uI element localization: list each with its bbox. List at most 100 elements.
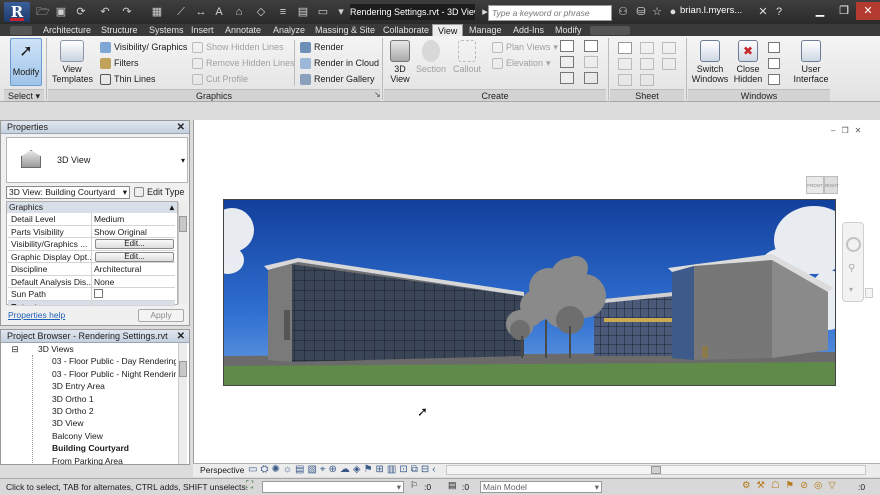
subscription-icon[interactable]: ⛁	[634, 5, 648, 19]
callout-button[interactable]: Callout	[450, 40, 484, 86]
3d-view-button[interactable]: 3D View	[386, 40, 414, 86]
switch-windows-button[interactable]: Switch Windows	[690, 40, 730, 86]
tab-architecture[interactable]: Architecture	[38, 24, 96, 36]
close-hidden-icon[interactable]: ▤	[296, 5, 310, 19]
tree-item-3d-views[interactable]: ⊟ 3D Views	[4, 343, 176, 355]
duplicate-view-icon[interactable]	[560, 56, 574, 68]
panel-dialog-launcher-icon[interactable]: ↘	[374, 90, 381, 99]
user-name[interactable]: brian.l.myers...	[680, 5, 742, 16]
design-options-icon[interactable]: ▤	[448, 480, 457, 491]
prop-row-parts-visibility[interactable]: Parts Visibility Show Original	[8, 225, 175, 238]
thin-lines-button[interactable]: Thin Lines	[100, 72, 156, 86]
tab-collaborate[interactable]: Collaborate	[378, 24, 434, 36]
zoom-icon[interactable]: ⚲	[848, 263, 855, 274]
prop-row-extents[interactable]: Extents	[8, 300, 175, 306]
prop-row-detail-level[interactable]: Detail Level Medium	[8, 213, 175, 226]
drafting-view-icon[interactable]	[560, 40, 574, 52]
save-icon[interactable]: ▣	[54, 5, 68, 19]
thin-lines-icon[interactable]: ≡	[276, 5, 290, 19]
tree-item-view[interactable]: 03 - Floor Public - Day Rendering	[4, 355, 176, 367]
design-option-dropdown[interactable]: Main Model ▾	[480, 481, 602, 493]
section-button[interactable]: Section	[414, 40, 448, 86]
switch-windows-icon[interactable]: ▭	[316, 5, 330, 19]
tab-modify[interactable]: Modify	[550, 24, 587, 36]
binoculars-icon[interactable]: ⚇	[616, 5, 630, 19]
tree-item-view[interactable]: 03 - Floor Public - Night Rendering	[4, 368, 176, 380]
viewcube-right-face[interactable]: RIGHT	[824, 176, 839, 194]
application-menu-button[interactable]: R	[4, 2, 30, 22]
sun-path-checkbox[interactable]	[94, 289, 103, 298]
search-input[interactable]: Type a keyword or phrase	[488, 5, 612, 21]
scope-box-icon[interactable]	[584, 56, 598, 68]
visibility-graphics-button[interactable]: Visibility/ Graphics	[100, 40, 187, 54]
help-icon[interactable]: ?	[772, 5, 786, 19]
visibility-edit-button[interactable]: Edit...	[95, 239, 174, 249]
view-instance-dropdown[interactable]: 3D View: Building Courtyard ▾	[6, 186, 130, 199]
matchline-icon[interactable]	[662, 58, 676, 70]
plan-views-button[interactable]: Plan Views ▾	[492, 40, 558, 54]
favorites-star-icon[interactable]: ☆	[650, 5, 664, 19]
sheet-icon[interactable]	[584, 72, 598, 84]
aligned-dimension-icon[interactable]: ↔	[194, 5, 208, 19]
apply-button[interactable]: Apply	[138, 309, 184, 322]
workset-dropdown[interactable]: ▾	[262, 481, 404, 493]
tile-icon[interactable]	[768, 74, 780, 85]
viewcube-front-face[interactable]: FRONT	[806, 176, 824, 194]
cascade-icon[interactable]	[768, 58, 780, 69]
scrollbar-thumb[interactable]	[179, 216, 187, 232]
cut-profile-button[interactable]: Cut Profile	[192, 72, 248, 86]
ribbon-collapse-button[interactable]	[10, 26, 32, 35]
nav-bar-toggle[interactable]	[865, 288, 873, 298]
undo-icon[interactable]: ↶	[98, 5, 112, 19]
section-icon[interactable]: ◇	[254, 5, 268, 19]
viewports-icon[interactable]	[640, 74, 654, 86]
editable-only-icon[interactable]: ⚐	[410, 480, 418, 491]
remove-hidden-lines-button[interactable]: Remove Hidden Lines	[192, 56, 295, 70]
filters-button[interactable]: Filters	[100, 56, 139, 70]
title-block-icon[interactable]	[662, 42, 676, 54]
replicate-icon[interactable]	[768, 42, 780, 53]
tree-item-view-active[interactable]: Building Courtyard	[4, 442, 176, 454]
tab-insert[interactable]: Insert	[186, 24, 219, 36]
viewcube[interactable]: FRONT RIGHT	[806, 172, 840, 196]
tab-annotate[interactable]: Annotate	[220, 24, 266, 36]
tab-add-ins[interactable]: Add-Ins	[508, 24, 549, 36]
view-control-icons[interactable]: ▭⛭✺☼▤▧⌖⊕☁◈⚑⊞▥⊡⧉⊟‹	[248, 464, 439, 475]
properties-scrollbar[interactable]	[178, 202, 187, 304]
restore-icon[interactable]: ❐	[832, 2, 856, 20]
sheet-composition-icon[interactable]	[618, 42, 632, 54]
schedules-icon[interactable]	[584, 40, 598, 52]
properties-help-link[interactable]: Properties help	[8, 310, 65, 320]
selection-filter-icons[interactable]: ⚙⚒☖⚑⊘◎▽	[742, 480, 842, 491]
customize-qat-icon[interactable]: ▾	[334, 5, 348, 19]
tab-massing-site[interactable]: Massing & Site	[310, 24, 380, 36]
browser-scrollbar[interactable]	[178, 343, 187, 464]
worksets-icon[interactable]: ⛶	[246, 480, 253, 491]
graphic-display-edit-button[interactable]: Edit...	[95, 251, 174, 262]
tree-item-view[interactable]: 3D Entry Area	[4, 380, 176, 392]
view-window-controls[interactable]: –❐✕	[831, 126, 867, 135]
modify-button[interactable]: ➚ Modify	[10, 38, 42, 86]
steering-wheel-icon[interactable]	[846, 237, 861, 252]
close-window-icon[interactable]: ✕	[856, 2, 880, 20]
place-view-icon[interactable]	[640, 42, 654, 54]
type-selector[interactable]: 3D View ▾	[6, 137, 188, 183]
guide-grid-icon[interactable]	[640, 58, 654, 70]
revisions-icon[interactable]	[618, 58, 632, 70]
elevation-button[interactable]: Elevation ▾	[492, 56, 551, 70]
3d-view-icon[interactable]: ⌂	[232, 5, 246, 19]
graphics-section-header[interactable]: Graphics ▴	[7, 202, 177, 213]
tab-manage[interactable]: Manage	[464, 24, 507, 36]
exchange-apps-icon[interactable]: ✕	[756, 5, 770, 19]
scrollbar-thumb[interactable]	[179, 361, 187, 377]
redo-icon[interactable]: ↷	[120, 5, 134, 19]
render-in-cloud-button[interactable]: Render in Cloud	[300, 56, 379, 70]
panel-select-label[interactable]: Select ▾	[4, 89, 44, 101]
tree-item-view[interactable]: Balcony View	[4, 430, 176, 442]
user-icon[interactable]: ●	[666, 5, 680, 19]
view-templates-button[interactable]: View Templates	[52, 40, 93, 86]
view-reference-icon[interactable]	[618, 74, 632, 86]
close-browser-icon[interactable]: ✕	[177, 330, 185, 343]
legends-icon[interactable]	[560, 72, 574, 84]
scrollbar-thumb[interactable]	[651, 466, 661, 474]
